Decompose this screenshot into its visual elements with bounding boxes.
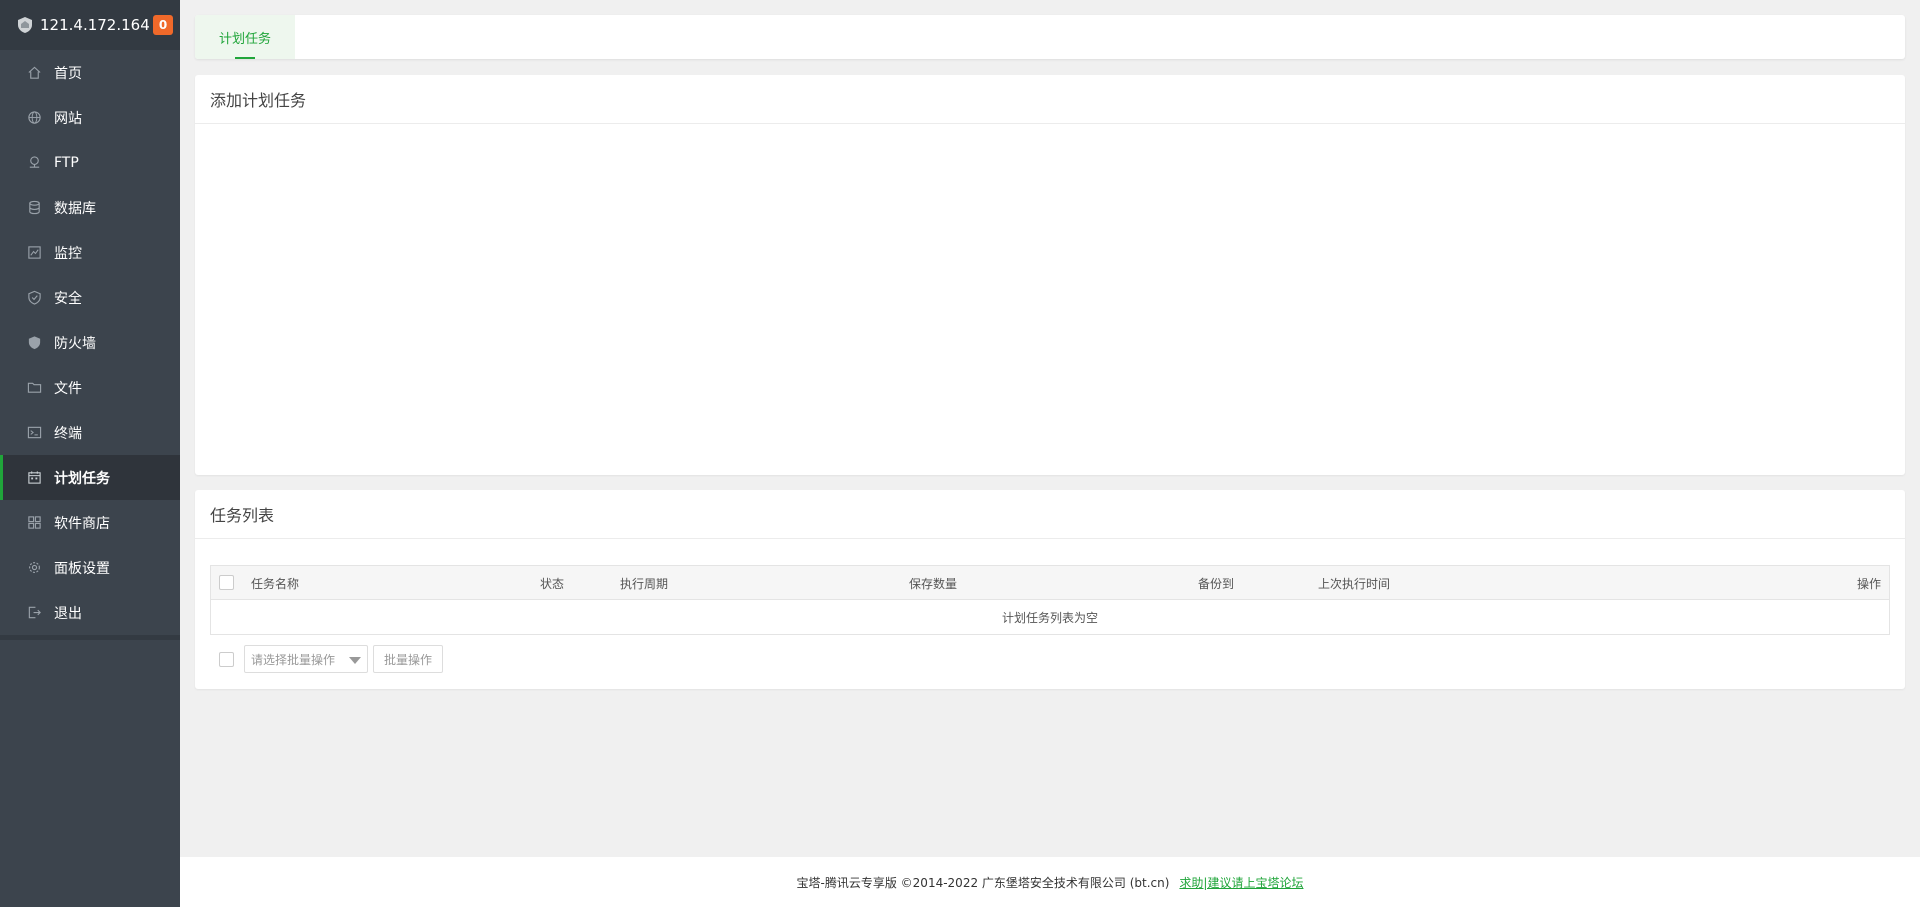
- task-list-panel: 任务列表 任务名称 状态 执行周期 保存数量 备份到 上次执行时间 操作 计划任…: [195, 490, 1905, 689]
- shield-icon: [27, 290, 42, 305]
- col-task-name: 任务名称: [251, 577, 300, 591]
- logout-icon: [27, 605, 42, 620]
- database-icon: [27, 200, 42, 215]
- sidebar-item-store[interactable]: 软件商店: [0, 500, 180, 545]
- col-last-run: 上次执行时间: [1318, 577, 1391, 591]
- select-all-checkbox[interactable]: [219, 575, 234, 590]
- batch-select[interactable]: 请选择批量操作: [244, 645, 368, 673]
- table-header: 任务名称 状态 执行周期 保存数量 备份到 上次执行时间 操作: [211, 566, 1889, 600]
- forum-link[interactable]: 求助|建议请上宝塔论坛: [1179, 874, 1303, 891]
- globe-icon: [27, 110, 42, 125]
- sidebar-item-home[interactable]: 首页: [0, 50, 180, 95]
- sidebar-item-security[interactable]: 安全: [0, 275, 180, 320]
- sidebar-menu: 首页 网站 FTP 数据库 监控 安全 防火墙 文件 终端 计划任务 软件商店 …: [0, 50, 180, 635]
- batch-select-placeholder: 请选择批量操作: [251, 652, 336, 667]
- notification-badge[interactable]: 0: [153, 15, 173, 35]
- sidebar-item-label: 数据库: [54, 200, 96, 217]
- sidebar-item-database[interactable]: 数据库: [0, 185, 180, 230]
- grid-icon: [27, 515, 42, 530]
- footer: 宝塔-腾讯云专享版 ©2014-2022 广东堡塔安全技术有限公司 (bt.cn…: [180, 857, 1920, 907]
- col-status: 状态: [540, 577, 565, 591]
- sidebar-menu-end: [0, 635, 180, 640]
- sidebar-item-label: 防火墙: [54, 335, 96, 352]
- empty-row: 计划任务列表为空: [1001, 610, 1098, 625]
- folder-icon: [27, 380, 42, 395]
- tab-cron[interactable]: 计划任务: [195, 15, 295, 59]
- add-task-panel: 添加计划任务: [195, 75, 1905, 475]
- firewall-icon: [27, 335, 42, 350]
- task-table: 任务名称 状态 执行周期 保存数量 备份到 上次执行时间 操作 计划任务列表为空: [210, 565, 1890, 635]
- bt-logo-icon: [18, 17, 32, 33]
- sidebar-item-website[interactable]: 网站: [0, 95, 180, 140]
- sidebar-item-files[interactable]: 文件: [0, 365, 180, 410]
- sidebar-item-label: 首页: [54, 65, 82, 82]
- batch-action-button[interactable]: 批量操作: [373, 645, 443, 673]
- sidebar-item-label: 安全: [54, 290, 82, 307]
- monitor-icon: [27, 245, 42, 260]
- caret-down-icon: [349, 657, 361, 664]
- tab-label: 计划任务: [218, 31, 271, 47]
- sidebar-item-label: FTP: [54, 154, 79, 171]
- sidebar-item-label: 软件商店: [54, 515, 110, 532]
- task-list-title: 任务列表: [195, 490, 1905, 539]
- sidebar-item-settings[interactable]: 面板设置: [0, 545, 180, 590]
- col-cycle: 执行周期: [620, 577, 669, 591]
- sidebar-item-label: 计划任务: [54, 470, 110, 487]
- sidebar-item-firewall[interactable]: 防火墙: [0, 320, 180, 365]
- tab-bar: 计划任务: [195, 15, 1905, 59]
- col-actions: 操作: [1856, 577, 1881, 591]
- tab-active-indicator: [235, 57, 255, 59]
- sidebar-item-monitor[interactable]: 监控: [0, 230, 180, 275]
- server-ip: 121.4.172.164: [40, 16, 150, 34]
- gear-icon: [27, 560, 42, 575]
- home-icon: [27, 65, 42, 80]
- col-save-count: 保存数量: [909, 577, 958, 591]
- sidebar-item-logout[interactable]: 退出: [0, 590, 180, 635]
- sidebar-item-terminal[interactable]: 终端: [0, 410, 180, 455]
- ftp-icon: [27, 155, 42, 170]
- add-task-title: 添加计划任务: [195, 75, 1905, 124]
- sidebar-item-label: 退出: [54, 605, 82, 622]
- calendar-icon: [27, 470, 42, 485]
- sidebar-item-label: 文件: [54, 380, 82, 397]
- sidebar-item-label: 监控: [54, 245, 82, 262]
- batch-bar: 请选择批量操作 批量操作: [210, 645, 443, 673]
- batch-select-all-checkbox[interactable]: [219, 651, 234, 667]
- sidebar-item-label: 网站: [54, 110, 82, 127]
- server-header[interactable]: 121.4.172.164 0: [0, 0, 180, 50]
- sidebar-item-label: 面板设置: [54, 560, 110, 577]
- footer-copyright: 宝塔-腾讯云专享版 ©2014-2022 广东堡塔安全技术有限公司 (bt.cn…: [796, 875, 1170, 890]
- sidebar-item-ftp[interactable]: FTP: [0, 140, 180, 185]
- sidebar: 121.4.172.164 0 首页 网站 FTP 数据库 监控 安全 防火墙 …: [0, 0, 180, 907]
- col-backup-to: 备份到: [1198, 577, 1235, 591]
- sidebar-item-cron[interactable]: 计划任务: [0, 455, 180, 500]
- sidebar-item-label: 终端: [54, 425, 82, 442]
- terminal-icon: [27, 425, 42, 440]
